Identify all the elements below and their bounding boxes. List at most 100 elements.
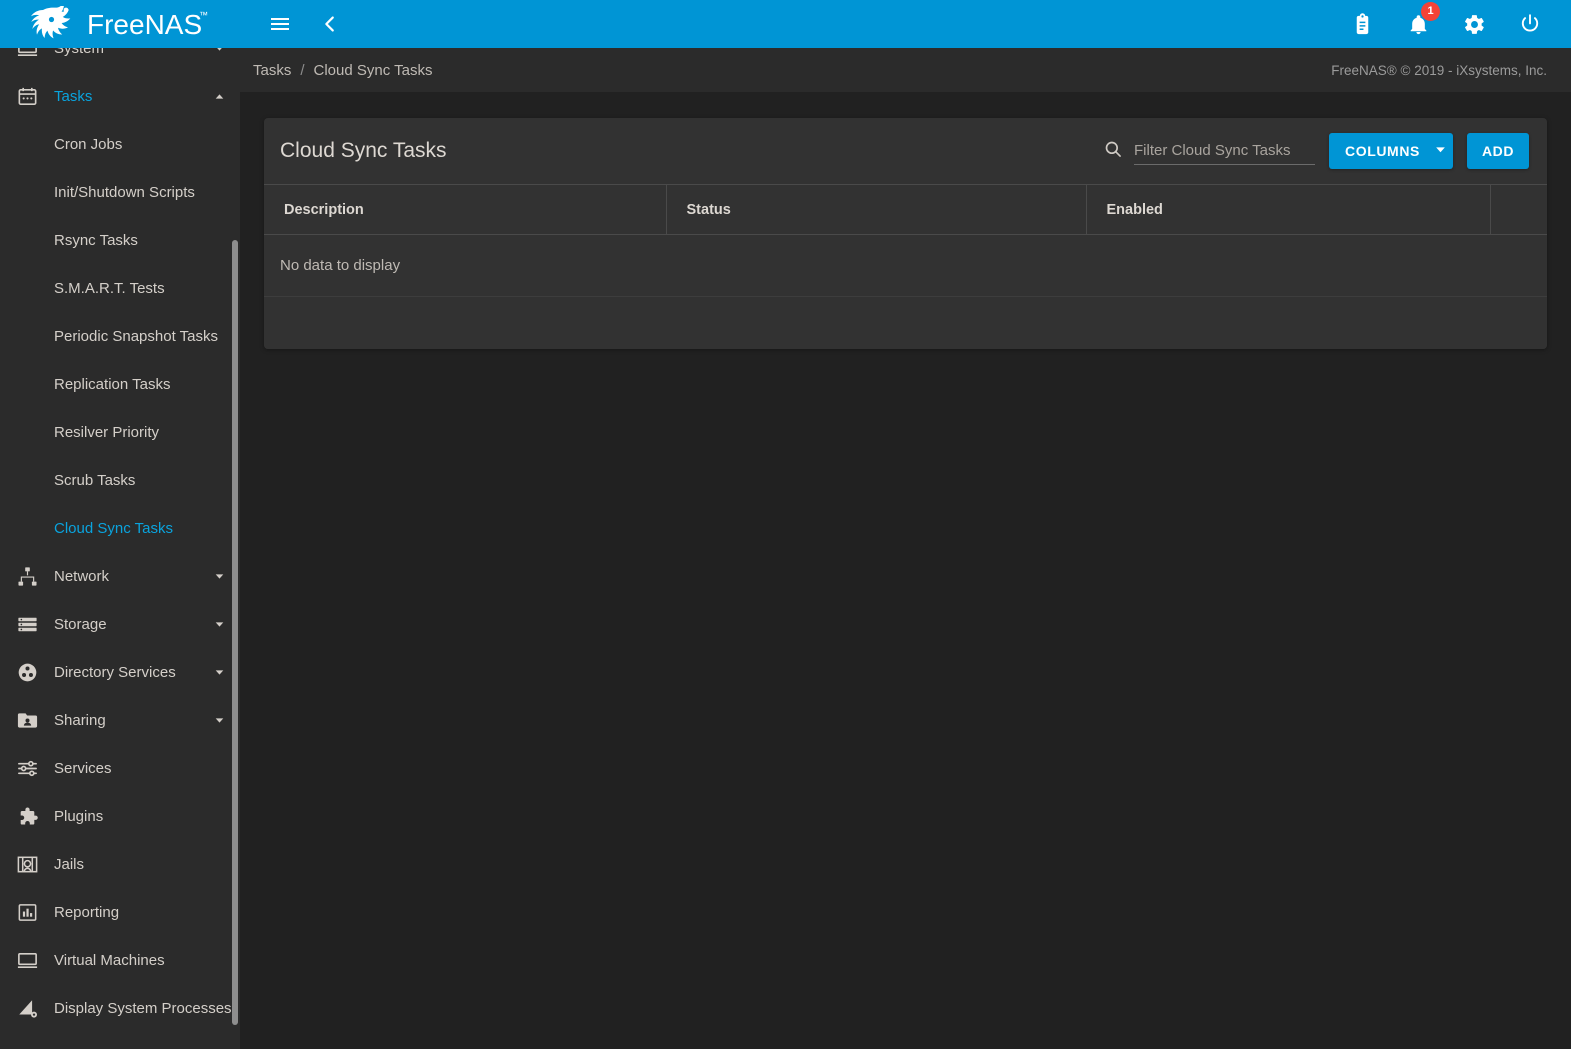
sidebar-item-directory-services[interactable]: Directory Services [0, 648, 240, 696]
empty-message: No data to display [264, 234, 1547, 297]
breadcrumb: Tasks / Cloud Sync Tasks [253, 62, 432, 79]
sidebar-subitem-scrub-tasks[interactable]: Scrub Tasks [0, 456, 240, 504]
filter-group [1102, 138, 1315, 165]
svg-text:™: ™ [199, 10, 208, 20]
sidebar-scroll-region: System Tasks Cron Jobs Init/Shutdown Scr… [0, 48, 240, 1049]
chevron-up-icon [212, 89, 226, 103]
sliders-icon [10, 753, 44, 783]
add-button-label: ADD [1481, 143, 1515, 159]
column-header-actions [1490, 184, 1547, 235]
sidebar-item-virtual-machines[interactable]: Virtual Machines [0, 936, 240, 984]
table-empty-row: No data to display [264, 234, 1547, 297]
sidebar-item-tasks[interactable]: Tasks [0, 72, 240, 120]
sidebar-item-label: Storage [54, 615, 107, 633]
sidebar-item-sharing[interactable]: Sharing [0, 696, 240, 744]
search-input[interactable] [1134, 139, 1315, 165]
sidebar-item-label: Reporting [54, 903, 120, 921]
sidebar-item-label: Display System Processes [54, 999, 232, 1017]
card-toolbar: COLUMNS ADD [1102, 133, 1529, 169]
chevron-down-icon [212, 569, 226, 583]
sidebar-item-label: Tasks [54, 87, 93, 105]
sidebar-item-label: Directory Services [54, 663, 176, 681]
sidebar-item-jails[interactable]: Jails [0, 840, 240, 888]
breadcrumb-current: Cloud Sync Tasks [313, 61, 433, 79]
topbar-actions: 1 [1345, 2, 1571, 41]
main-sidebar: System Tasks Cron Jobs Init/Shutdown Scr… [0, 48, 240, 1049]
power-icon[interactable] [1513, 7, 1547, 41]
sidebar-item-label: Services [54, 759, 112, 777]
svg-text:FreeNAS: FreeNAS [87, 9, 202, 40]
sidebar-item-storage[interactable]: Storage [0, 600, 240, 648]
sidebar-subitem-rsync-tasks[interactable]: Rsync Tasks [0, 216, 240, 264]
page-content: Cloud Sync Tasks COLUMNS [240, 92, 1571, 349]
sidebar-item-network[interactable]: Network [0, 552, 240, 600]
column-header-status[interactable]: Status [666, 184, 1087, 235]
hamburger-menu-icon[interactable] [263, 7, 297, 41]
jail-icon [10, 849, 44, 879]
sidebar-item-system[interactable]: System [0, 48, 240, 72]
sitemap-icon [10, 561, 44, 591]
chevron-left-icon[interactable] [313, 7, 347, 41]
sidebar-item-reporting[interactable]: Reporting [0, 888, 240, 936]
monitor-icon [10, 48, 44, 63]
sidebar-subitem-label: Resilver Priority [54, 423, 160, 441]
sidebar-subitem-smart-tests[interactable]: S.M.A.R.T. Tests [0, 264, 240, 312]
chevron-down-icon [212, 617, 226, 631]
add-button[interactable]: ADD [1467, 133, 1529, 169]
sidebar-item-label: Plugins [54, 807, 104, 825]
sidebar-item-plugins[interactable]: Plugins [0, 792, 240, 840]
breadcrumb-bar: Tasks / Cloud Sync Tasks FreeNAS® © 2019… [240, 48, 1571, 92]
sidebar-item-services[interactable]: Services [0, 744, 240, 792]
directory-nodes-icon [10, 657, 44, 687]
cloud-sync-tasks-card: Cloud Sync Tasks COLUMNS [264, 118, 1547, 349]
clipboard-icon[interactable] [1345, 7, 1379, 41]
chevron-down-icon [212, 713, 226, 727]
breadcrumb-separator: / [300, 61, 305, 79]
bell-icon[interactable]: 1 [1401, 2, 1440, 41]
bar-chart-icon [10, 897, 44, 927]
sidebar-subitem-replication-tasks[interactable]: Replication Tasks [0, 360, 240, 408]
table-header-row: Description Status Enabled [264, 184, 1547, 235]
sidebar-subitem-periodic-snapshot-tasks[interactable]: Periodic Snapshot Tasks [0, 312, 240, 360]
gear-icon[interactable] [1457, 7, 1491, 41]
sidebar-item-label: System [54, 48, 105, 57]
storage-list-icon [10, 609, 44, 639]
main-content: Tasks / Cloud Sync Tasks FreeNAS® © 2019… [240, 48, 1571, 1049]
breadcrumb-parent[interactable]: Tasks [253, 62, 291, 79]
notification-badge: 1 [1421, 2, 1440, 21]
columns-button[interactable]: COLUMNS [1329, 133, 1453, 169]
sidebar-scrollbar-thumb[interactable] [232, 240, 238, 1025]
page-title: Cloud Sync Tasks [280, 139, 447, 162]
sidebar-subitem-label: Scrub Tasks [54, 471, 136, 489]
column-header-description[interactable]: Description [264, 184, 667, 235]
chevron-down-icon [1434, 143, 1447, 159]
search-icon[interactable] [1102, 138, 1124, 160]
card-header: Cloud Sync Tasks COLUMNS [264, 118, 1547, 184]
column-header-enabled[interactable]: Enabled [1086, 184, 1491, 235]
chevron-down-icon [212, 665, 226, 679]
freenas-logo: FreeNAS ™ [0, 0, 240, 48]
sidebar-item-label: Network [54, 567, 110, 585]
sidebar-subitem-label: S.M.A.R.T. Tests [54, 279, 165, 297]
sidebar-item-display-system-processes[interactable]: Display System Processes [0, 984, 240, 1032]
chevron-down-icon [212, 48, 226, 55]
tasks-submenu: Cron Jobs Init/Shutdown Scripts Rsync Ta… [0, 120, 240, 552]
sidebar-subitem-label: Cloud Sync Tasks [54, 519, 173, 537]
sidebar-item-label: Virtual Machines [54, 951, 165, 969]
laptop-icon [10, 945, 44, 975]
sidebar-item-label: Sharing [54, 711, 106, 729]
sidebar-subitem-label: Periodic Snapshot Tasks [54, 327, 218, 345]
cloud-sync-tasks-table: Description Status Enabled No data to di… [264, 184, 1547, 297]
sidebar-subitem-resilver-priority[interactable]: Resilver Priority [0, 408, 240, 456]
puzzle-piece-icon [10, 801, 44, 831]
copyright-text: FreeNAS® © 2019 - iXsystems, Inc. [1331, 62, 1547, 78]
sidebar-subitem-cloud-sync-tasks[interactable]: Cloud Sync Tasks [0, 504, 240, 552]
sidebar-subitem-cron-jobs[interactable]: Cron Jobs [0, 120, 240, 168]
columns-button-label: COLUMNS [1345, 143, 1420, 159]
table-body: No data to display [264, 234, 1547, 297]
processes-icon [10, 993, 44, 1023]
top-app-bar: FreeNAS ™ 1 [0, 0, 1571, 48]
sidebar-subitem-init-shutdown-scripts[interactable]: Init/Shutdown Scripts [0, 168, 240, 216]
table-header: Description Status Enabled [264, 184, 1547, 235]
folder-shared-icon [10, 705, 44, 735]
